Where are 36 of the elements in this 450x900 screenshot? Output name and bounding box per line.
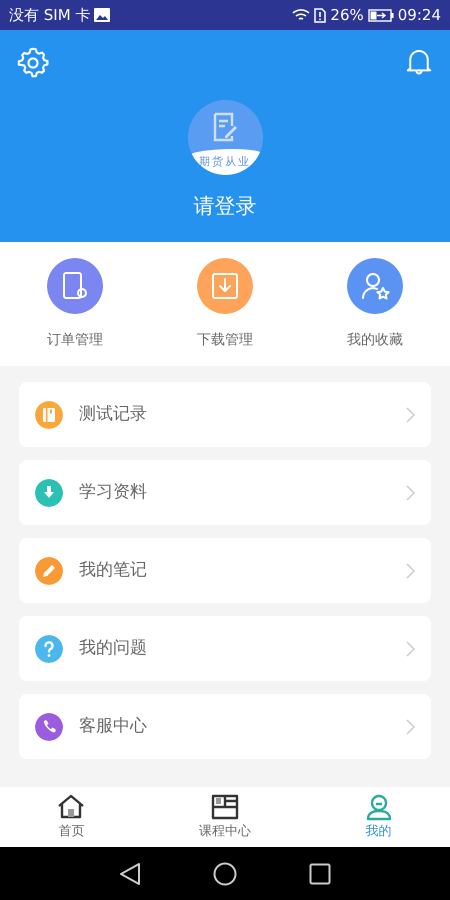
quick-action-label[interactable]: 我的收藏: [347, 330, 403, 350]
quick-action-label[interactable]: 下载管理: [197, 330, 253, 350]
nav-tab[interactable]: 课程中心: [198, 792, 251, 842]
nav-tab[interactable]: 首页: [56, 792, 86, 842]
login-prompt[interactable]: 请登录: [194, 191, 256, 222]
battery-percent: 26%: [330, 4, 364, 26]
clock-time: 09:24: [398, 4, 441, 26]
menu-label: 我的笔记: [79, 558, 148, 582]
sim-alert-icon: [314, 8, 326, 22]
menu-label: 学习资料: [79, 480, 148, 504]
carrier-text: 没有 SIM 卡: [9, 4, 90, 26]
avatar-logo: 期货从业: [188, 100, 262, 175]
chevron-right-icon: [406, 562, 415, 578]
menu-item[interactable]: 学习资料: [19, 460, 431, 525]
chevron-right-icon: [406, 406, 415, 422]
recents-icon[interactable]: [309, 862, 331, 884]
order-settings-icon[interactable]: [47, 258, 103, 314]
menu-label: 测试记录: [79, 402, 148, 426]
battery-charging-icon: [368, 8, 394, 22]
settings-icon[interactable]: [16, 46, 50, 80]
menu-item[interactable]: 测试记录: [19, 382, 431, 447]
quick-action-label[interactable]: 订单管理: [47, 330, 103, 350]
menu-label: 我的问题: [79, 636, 148, 660]
menu-label: 客服中心: [79, 714, 148, 738]
image-icon: [94, 8, 110, 22]
chevron-right-icon: [406, 640, 415, 656]
nav-tab[interactable]: 我的: [364, 792, 394, 842]
chevron-right-icon: [406, 484, 415, 500]
home-circle-icon[interactable]: [213, 862, 237, 886]
chevron-right-icon: [406, 718, 415, 734]
download-box-icon[interactable]: [197, 258, 253, 314]
menu-item[interactable]: 客服中心: [19, 694, 431, 759]
menu-item[interactable]: 我的笔记: [19, 538, 431, 603]
menu-item[interactable]: 我的问题: [19, 616, 431, 681]
wifi-icon: [292, 8, 310, 22]
back-icon[interactable]: [119, 862, 141, 886]
